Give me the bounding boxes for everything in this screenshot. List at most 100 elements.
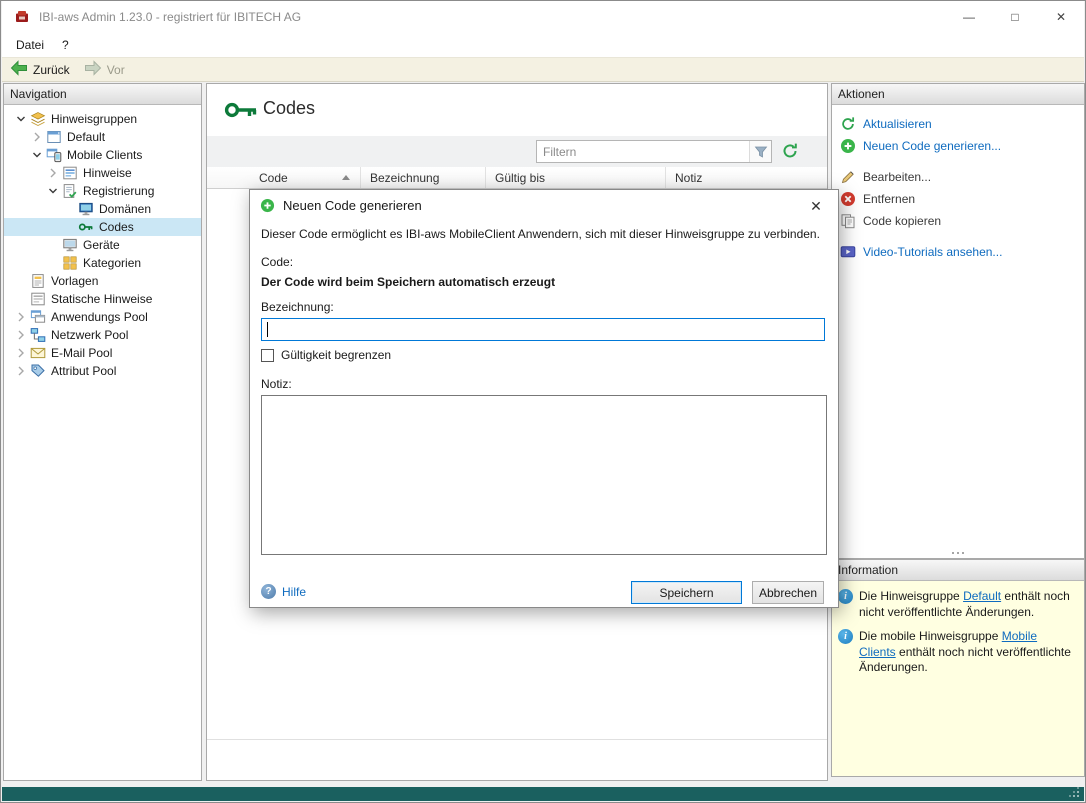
template-icon — [30, 273, 46, 289]
refresh-icon[interactable] — [781, 142, 801, 162]
tree-item-attribut-pool[interactable]: Attribut Pool — [4, 362, 201, 380]
bezeichnung-field-wrap — [261, 318, 825, 341]
chevron-right-icon[interactable] — [12, 327, 30, 343]
forward-label: Vor — [107, 63, 125, 77]
action-bearbeiten[interactable]: Bearbeiten... — [832, 166, 1084, 188]
tree-item-netzwerk-pool[interactable]: Netzwerk Pool — [4, 326, 201, 344]
tree-item-anwendungs-pool[interactable]: Anwendungs Pool — [4, 308, 201, 326]
tree-item-label: Registrierung — [83, 184, 154, 198]
navigation-tree: Hinweisgruppen Default Mobile Clients Hi… — [4, 105, 201, 380]
info-link-default[interactable]: Default — [963, 589, 1001, 603]
action-aktualisieren[interactable]: Aktualisieren — [832, 113, 1084, 135]
tree-item-kategorien[interactable]: Kategorien — [4, 254, 201, 272]
page-title: Codes — [263, 98, 315, 119]
tree-item-codes[interactable]: Codes — [4, 218, 201, 236]
filter-strip — [207, 136, 827, 167]
action-label: Code kopieren — [863, 214, 941, 228]
domain-icon — [78, 201, 94, 217]
action-neuen-code-generieren[interactable]: Neuen Code generieren... — [832, 135, 1084, 157]
action-video-tutorials[interactable]: Video-Tutorials ansehen... — [832, 241, 1084, 263]
device-icon — [62, 237, 78, 253]
mobile-icon — [46, 147, 62, 163]
information-header: Information — [832, 560, 1084, 581]
actions-list: Aktualisieren Neuen Code generieren... B… — [832, 105, 1084, 263]
cancel-button[interactable]: Abbrechen — [752, 581, 824, 604]
filter-funnel-icon[interactable] — [749, 141, 771, 162]
tree-item-label: Hinweisgruppen — [51, 112, 137, 126]
info-text: Die Hinweisgruppe Default enthält noch n… — [859, 589, 1071, 620]
menu-datei[interactable]: Datei — [7, 35, 53, 55]
back-label: Zurück — [33, 63, 70, 77]
menu-help[interactable]: ? — [53, 35, 78, 55]
refresh-icon — [840, 116, 856, 132]
bezeichnung-input[interactable] — [261, 318, 825, 341]
network-pool-icon — [30, 327, 46, 343]
tree-item-label: Kategorien — [83, 256, 141, 270]
tree-item-registrierung[interactable]: Registrierung — [4, 182, 201, 200]
text-caret — [267, 322, 268, 337]
add-icon — [840, 138, 856, 154]
chevron-spacer — [60, 201, 78, 217]
column-header-notiz[interactable]: Notiz — [666, 167, 827, 188]
tree-item-geraete[interactable]: Geräte — [4, 236, 201, 254]
toolbar: Zurück Vor — [2, 57, 1084, 82]
info-item-default: i Die Hinweisgruppe Default enthält noch… — [838, 589, 1078, 620]
filter-box — [536, 140, 772, 163]
tree-item-email-pool[interactable]: E-Mail Pool — [4, 344, 201, 362]
close-button[interactable]: ✕ — [1038, 1, 1084, 33]
tree-item-statische-hinweise[interactable]: Statische Hinweise — [4, 290, 201, 308]
save-button[interactable]: Speichern — [631, 581, 742, 604]
tree-item-vorlagen[interactable]: Vorlagen — [4, 272, 201, 290]
chevron-down-icon[interactable] — [28, 147, 46, 163]
actions-header-label: Aktionen — [838, 87, 885, 101]
chevron-down-icon[interactable] — [44, 183, 62, 199]
maximize-button[interactable]: □ — [992, 1, 1038, 33]
action-label: Entfernen — [863, 192, 915, 206]
action-label: Bearbeiten... — [863, 170, 931, 184]
tree-item-hinweise[interactable]: Hinweise — [4, 164, 201, 182]
action-entfernen[interactable]: Entfernen — [832, 188, 1084, 210]
validity-checkbox-row[interactable]: Gültigkeit begrenzen — [261, 348, 391, 362]
chevron-right-icon[interactable] — [44, 165, 62, 181]
actions-panel: Aktionen Aktualisieren Neuen Code generi… — [831, 83, 1085, 559]
back-button[interactable]: Zurück — [10, 60, 70, 79]
tree-item-label: Attribut Pool — [51, 364, 116, 378]
chevron-down-icon[interactable] — [12, 111, 30, 127]
actions-header: Aktionen — [832, 84, 1084, 105]
minimize-button[interactable]: — — [946, 1, 992, 33]
column-label: Code — [259, 171, 288, 185]
statusbar — [2, 787, 1084, 801]
chevron-right-icon[interactable] — [12, 309, 30, 325]
chevron-spacer — [12, 273, 30, 289]
filter-input[interactable] — [536, 140, 772, 163]
code-label: Code: — [261, 255, 293, 269]
tree-item-domaenen[interactable]: Domänen — [4, 200, 201, 218]
column-label: Notiz — [675, 171, 702, 185]
column-header-code[interactable]: Code — [207, 167, 361, 188]
tree-item-mobile-clients[interactable]: Mobile Clients — [4, 146, 201, 164]
action-label: Neuen Code generieren... — [863, 139, 1001, 153]
dialog-close-button[interactable]: ✕ — [802, 194, 830, 218]
forward-button[interactable]: Vor — [84, 60, 125, 79]
tree-item-hinweisgruppen[interactable]: Hinweisgruppen — [4, 110, 201, 128]
tree-item-default[interactable]: Default — [4, 128, 201, 146]
help-link[interactable]: ? Hilfe — [261, 584, 306, 599]
new-code-dialog: Neuen Code generieren ✕ Dieser Code ermö… — [249, 189, 839, 608]
validity-checkbox[interactable] — [261, 349, 274, 362]
panel-splitter-grip[interactable] — [957, 552, 959, 554]
remove-icon — [840, 191, 856, 207]
action-code-kopieren[interactable]: Code kopieren — [832, 210, 1084, 232]
chevron-right-icon[interactable] — [12, 363, 30, 379]
column-header-bezeichnung[interactable]: Bezeichnung — [361, 167, 486, 188]
group-icon — [30, 111, 46, 127]
resize-grip[interactable] — [1077, 795, 1079, 797]
tree-item-label: Domänen — [99, 202, 151, 216]
notiz-textarea[interactable] — [261, 395, 827, 555]
window-icon — [46, 129, 62, 145]
chevron-right-icon[interactable] — [12, 345, 30, 361]
chevron-spacer — [44, 255, 62, 271]
tree-item-label: Vorlagen — [51, 274, 98, 288]
column-header-gueltig-bis[interactable]: Gültig bis — [486, 167, 666, 188]
chevron-right-icon[interactable] — [28, 129, 46, 145]
category-icon — [62, 255, 78, 271]
